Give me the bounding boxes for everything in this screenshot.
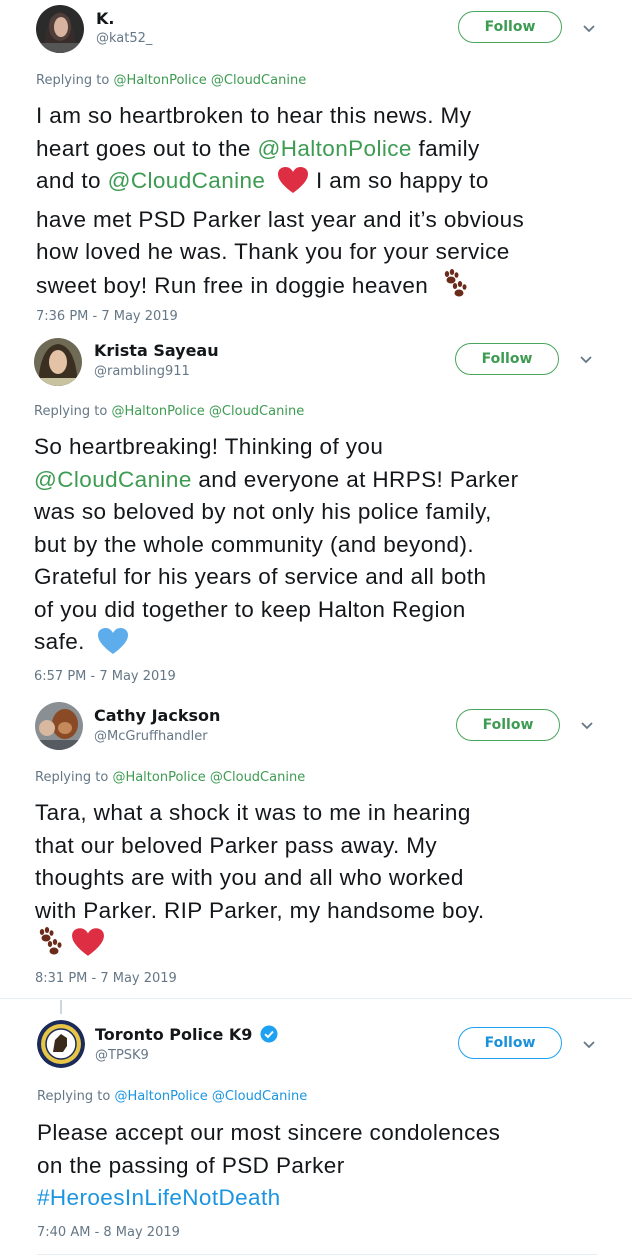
reply-mention[interactable]: @CloudCanine [210,770,305,785]
tweet-text: Please accept our most sincere condolenc… [37,1117,627,1215]
tweet-text-line: but by the whole community (and beyond). [34,531,474,557]
display-name[interactable]: K. [96,9,114,28]
replying-prefix: Replying to [34,404,108,419]
tweet-divider [37,1254,597,1255]
follow-button[interactable]: Follow [458,1027,562,1059]
replying-prefix: Replying to [37,1089,111,1104]
tweet-text-line: @CloudCanine and everyone at HRPS! Parke… [34,466,519,492]
paw-prints-icon [440,268,472,309]
user-handle[interactable]: @rambling911 [94,364,190,379]
reply-mention[interactable]: @CloudCanine [211,73,306,88]
reply-mention[interactable]: @HaltonPolice [113,73,206,88]
tweet-text-line [35,927,630,967]
mention-link[interactable]: @CloudCanine [108,168,266,193]
avatar[interactable] [34,338,82,386]
paw-prints-icon [35,927,67,967]
replying-to: Replying to @HaltonPolice @CloudCanine [35,770,305,785]
tweet-text-line: thoughts are with you and all who worked [35,865,464,890]
reply-mention[interactable]: @HaltonPolice [111,404,204,419]
tweet-text-line: of you did together to keep Halton Regio… [34,596,466,622]
timestamp[interactable]: 7:36 PM - 7 May 2019 [36,309,178,324]
display-name[interactable]: Toronto Police K9 [95,1025,278,1047]
follow-button[interactable]: Follow [458,11,562,43]
tweet-text-line: Tara, what a shock it was to me in heari… [35,800,471,825]
user-handle[interactable]: @TPSK9 [95,1048,149,1063]
replying-to: Replying to @HaltonPolice @CloudCanine [36,73,306,88]
tweet-text-line: on the passing of PSD Parker [37,1152,345,1178]
tweet-text-line: Grateful for his years of service and al… [34,564,487,589]
tweet-text-line: with Parker. RIP Parker, my handsome boy… [35,897,485,923]
timestamp[interactable]: 8:31 PM - 7 May 2019 [35,971,177,986]
avatar[interactable] [35,702,83,750]
mention-link[interactable]: @HaltonPolice [257,136,411,161]
verified-badge-icon [260,1025,278,1047]
avatar[interactable] [36,5,84,53]
tweet-text: I am so heartbroken to hear this news. M… [36,100,626,308]
tweet-text-line: heart goes out to the @HaltonPolice fami… [36,135,480,161]
chevron-down-icon[interactable] [582,1040,596,1050]
tweet-text-line: Please accept our most sincere condolenc… [37,1120,501,1145]
avatar[interactable] [37,1020,85,1068]
mention-link[interactable]: @CloudCanine [34,467,192,492]
timestamp[interactable]: 6:57 PM - 7 May 2019 [34,669,176,684]
replying-prefix: Replying to [36,73,110,88]
reply-mention[interactable]: @HaltonPolice [112,770,205,785]
display-name[interactable]: Krista Sayeau [94,341,219,360]
follow-button[interactable]: Follow [456,709,560,741]
tweet-text: So heartbreaking! Thinking of you @Cloud… [34,431,624,665]
timestamp[interactable]: 7:40 AM - 8 May 2019 [37,1225,180,1240]
tweet-text-line: how loved he was. Thank you for your ser… [36,239,510,264]
red-heart-icon [277,166,309,204]
tweet-text-line: that our beloved Parker pass away. My [35,832,438,858]
user-handle[interactable]: @kat52_ [96,31,152,46]
tweet-tpsk9: Toronto Police K9 @TPSK9 Follow Replying… [0,1000,632,1258]
tweet-rambling911: Krista Sayeau @rambling911 Follow Replyi… [0,330,632,690]
follow-button[interactable]: Follow [455,343,559,375]
tweet-text-line: So heartbreaking! Thinking of you [34,434,384,459]
tweet-text-line: and to @CloudCanine I am so happy to [36,165,626,204]
tweet-text-line: was so beloved by not only his police fa… [34,499,492,524]
replying-prefix: Replying to [35,770,109,785]
hashtag-link[interactable]: #HeroesInLifeNotDeath [37,1182,627,1215]
red-heart-icon [71,927,105,967]
tweet-text-line: safe. [34,626,624,665]
user-handle[interactable]: @McGruffhandler [94,729,208,744]
blue-heart-icon [97,627,129,665]
tweet-text-line: sweet boy! Run free in doggie heaven [36,268,626,309]
chevron-down-icon[interactable] [580,721,594,731]
tweet-text: Tara, what a shock it was to me in heari… [35,797,630,967]
reply-mention[interactable]: @CloudCanine [212,1089,307,1104]
tweet-text-line: I am so heartbroken to hear this news. M… [36,103,472,128]
tweet-divider [0,998,632,999]
display-name[interactable]: Cathy Jackson [94,706,220,725]
chevron-down-icon[interactable] [579,355,593,365]
tweet-mcgruffhandler: Cathy Jackson @McGruffhandler Follow Rep… [0,690,632,1000]
replying-to: Replying to @HaltonPolice @CloudCanine [34,404,304,419]
reply-mention[interactable]: @CloudCanine [209,404,304,419]
tweet-text-line: have met PSD Parker last year and it’s o… [36,206,525,232]
tweet-kat52: K. @kat52_ Follow Replying to @HaltonPol… [0,0,632,330]
reply-mention[interactable]: @HaltonPolice [114,1089,207,1104]
replying-to: Replying to @HaltonPolice @CloudCanine [37,1089,307,1104]
chevron-down-icon[interactable] [582,24,596,34]
